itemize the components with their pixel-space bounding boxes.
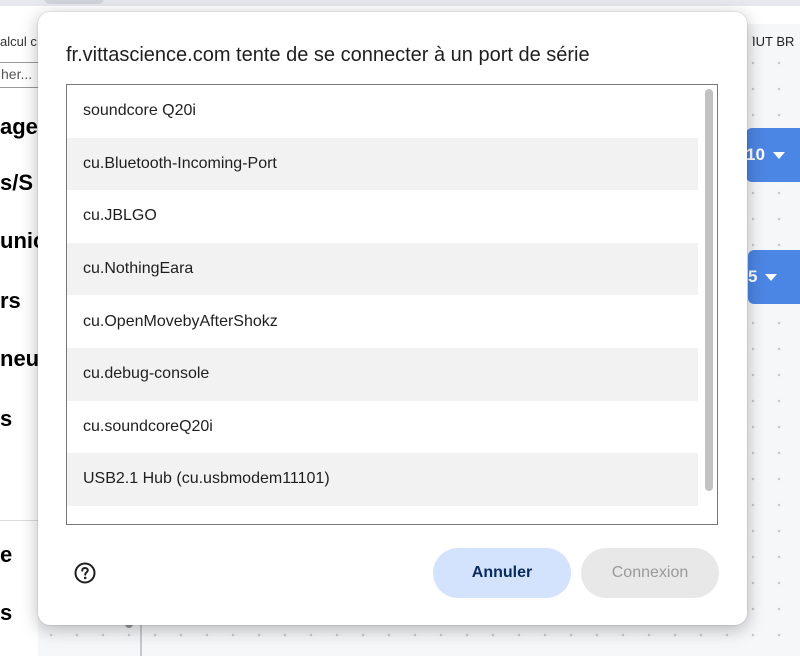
sidebar-category[interactable]: unic (0, 228, 38, 254)
sidebar-category[interactable]: e (0, 542, 12, 568)
dialog-title: fr.vittascience.com tente de se connecte… (66, 44, 590, 66)
port-list-item[interactable]: cu.Bluetooth-Incoming-Port (67, 137, 698, 191)
sidebar-divider (0, 520, 38, 521)
port-list-item[interactable]: cu.soundcoreQ20i (67, 401, 698, 454)
code-block[interactable]: 5 (748, 250, 800, 304)
help-circle-icon[interactable] (73, 561, 97, 585)
block-value: 10 (746, 145, 765, 164)
cancel-button[interactable]: Annuler (433, 548, 571, 598)
toolbar-pill (44, 0, 104, 4)
code-block[interactable]: 10 (746, 128, 800, 182)
sidebar-category[interactable]: s (0, 600, 12, 626)
port-list-item[interactable]: cu.debug-console (67, 347, 698, 401)
connect-button[interactable]: Connexion (581, 548, 719, 598)
sidebar-calc-label: alcul c (0, 34, 37, 49)
serial-port-dialog: fr.vittascience.com tente de se connecte… (38, 12, 747, 625)
port-list-scrollbar[interactable] (705, 89, 713, 491)
port-list-item[interactable]: cu.NothingEara (67, 242, 698, 296)
port-list[interactable]: soundcore Q20i cu.Bluetooth-Incoming-Por… (66, 84, 718, 525)
sidebar-category[interactable]: s/S (0, 170, 33, 196)
category-sidebar: alcul c her... age s/S unic rs neu s e s (0, 24, 38, 656)
sidebar-category[interactable]: s (0, 406, 12, 432)
port-list-item[interactable]: USB2.1 Hub (cu.usbmodem11101) (67, 453, 698, 506)
port-list-item[interactable]: cu.JBLGO (67, 190, 698, 243)
port-list-item[interactable]: soundcore Q20i (67, 85, 698, 138)
sidebar-category[interactable]: rs (0, 288, 21, 314)
sidebar-category[interactable]: neu (0, 346, 38, 372)
port-list-item[interactable]: cu.OpenMovebyAfterShokz (67, 295, 698, 348)
top-right-label: IUT BR (752, 34, 795, 49)
dropdown-triangle-icon[interactable] (772, 151, 785, 159)
dropdown-triangle-icon[interactable] (765, 273, 778, 281)
browser-toolbar (0, 0, 800, 6)
block-value: 5 (748, 267, 758, 286)
sidebar-category[interactable]: age (0, 114, 38, 140)
sidebar-search-input[interactable]: her... (0, 62, 38, 88)
